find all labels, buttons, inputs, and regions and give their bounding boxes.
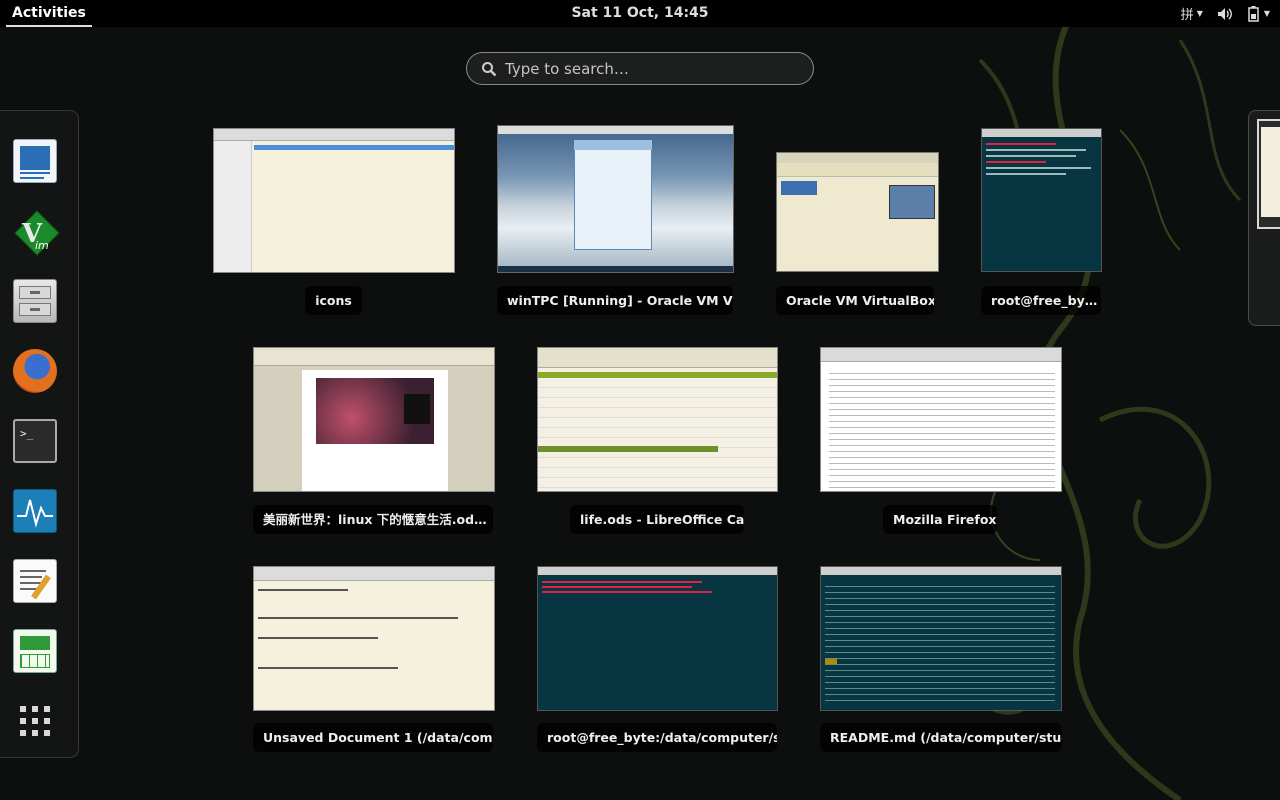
input-method-label: 拼 bbox=[1180, 8, 1194, 23]
workspace-switcher[interactable] bbox=[1248, 110, 1280, 326]
chevron-down-icon: ▼ bbox=[1196, 9, 1203, 18]
search-icon bbox=[482, 61, 497, 76]
workspace-thumbnail[interactable] bbox=[1257, 119, 1280, 229]
window-label[interactable]: winTPC [Running] - Oracle VM Vir… bbox=[497, 286, 733, 315]
window-label[interactable]: README.md (/data/computer/stud… bbox=[820, 723, 1062, 752]
speaker-icon bbox=[1217, 7, 1232, 20]
window-preview bbox=[820, 347, 1062, 492]
search-input[interactable] bbox=[505, 59, 795, 78]
dash-item-text-editor[interactable] bbox=[1, 549, 69, 613]
window-label[interactable]: icons bbox=[305, 286, 362, 315]
text-editor-icon bbox=[13, 559, 57, 603]
libreoffice-writer-icon bbox=[13, 139, 57, 183]
window-label[interactable]: Oracle VM VirtualBox… bbox=[776, 286, 934, 315]
window-preview bbox=[253, 566, 495, 711]
clock: Sat 11 Oct, 14:45 bbox=[0, 0, 1280, 27]
window-label[interactable]: Mozilla Firefox bbox=[883, 505, 997, 534]
firefox-icon bbox=[13, 349, 57, 393]
volume-indicator[interactable] bbox=[1217, 7, 1233, 21]
dash-item-vim[interactable]: V im bbox=[1, 199, 69, 263]
window-preview bbox=[776, 152, 939, 272]
vim-icon: V im bbox=[13, 209, 60, 256]
window-label[interactable]: life.ods - LibreOffice Calc bbox=[570, 505, 744, 534]
dash-item-calc[interactable] bbox=[1, 619, 69, 683]
window-preview bbox=[537, 347, 778, 492]
input-method-indicator[interactable]: 拼 ▼ bbox=[1181, 4, 1203, 23]
window-label[interactable]: root@free_byte:/data/computer/s… bbox=[537, 723, 777, 752]
search-box[interactable] bbox=[466, 52, 814, 85]
window-label[interactable]: root@free_by… bbox=[981, 286, 1101, 315]
window-preview bbox=[213, 128, 455, 273]
terminal-icon: >_ bbox=[13, 419, 57, 463]
dash-item-terminal[interactable]: >_ bbox=[1, 409, 69, 473]
power-indicator[interactable]: ▼ bbox=[1247, 5, 1270, 22]
window-label[interactable]: Unsaved Document 1 (/data/compu… bbox=[253, 723, 493, 752]
top-bar: Activities Sat 11 Oct, 14:45 拼 ▼ ▼ bbox=[0, 0, 1280, 27]
window-preview bbox=[253, 347, 495, 492]
system-tray: 拼 ▼ ▼ bbox=[1181, 0, 1270, 27]
svg-text:im: im bbox=[35, 239, 49, 252]
window-label[interactable]: 美丽新世界：linux 下的惬意生活.od… bbox=[253, 505, 493, 534]
libreoffice-calc-icon bbox=[13, 629, 57, 673]
window-preview bbox=[981, 128, 1102, 272]
battery-icon bbox=[1248, 5, 1259, 22]
dash-item-files[interactable] bbox=[1, 269, 69, 333]
dash-item-writer[interactable] bbox=[1, 129, 69, 193]
window-preview bbox=[820, 566, 1062, 711]
dash: V im >_ bbox=[0, 110, 79, 758]
show-applications-icon bbox=[20, 706, 50, 736]
dash-item-firefox[interactable] bbox=[1, 339, 69, 403]
clock-label[interactable]: Sat 11 Oct, 14:45 bbox=[571, 5, 708, 21]
activities-button[interactable]: Activities bbox=[6, 0, 92, 27]
dash-item-system-monitor[interactable] bbox=[1, 479, 69, 543]
chevron-down-icon: ▼ bbox=[1263, 9, 1270, 18]
file-manager-icon bbox=[13, 279, 57, 323]
window-preview bbox=[537, 566, 778, 711]
show-applications-button[interactable] bbox=[1, 689, 69, 753]
system-monitor-icon bbox=[13, 489, 57, 533]
window-preview bbox=[497, 125, 734, 273]
